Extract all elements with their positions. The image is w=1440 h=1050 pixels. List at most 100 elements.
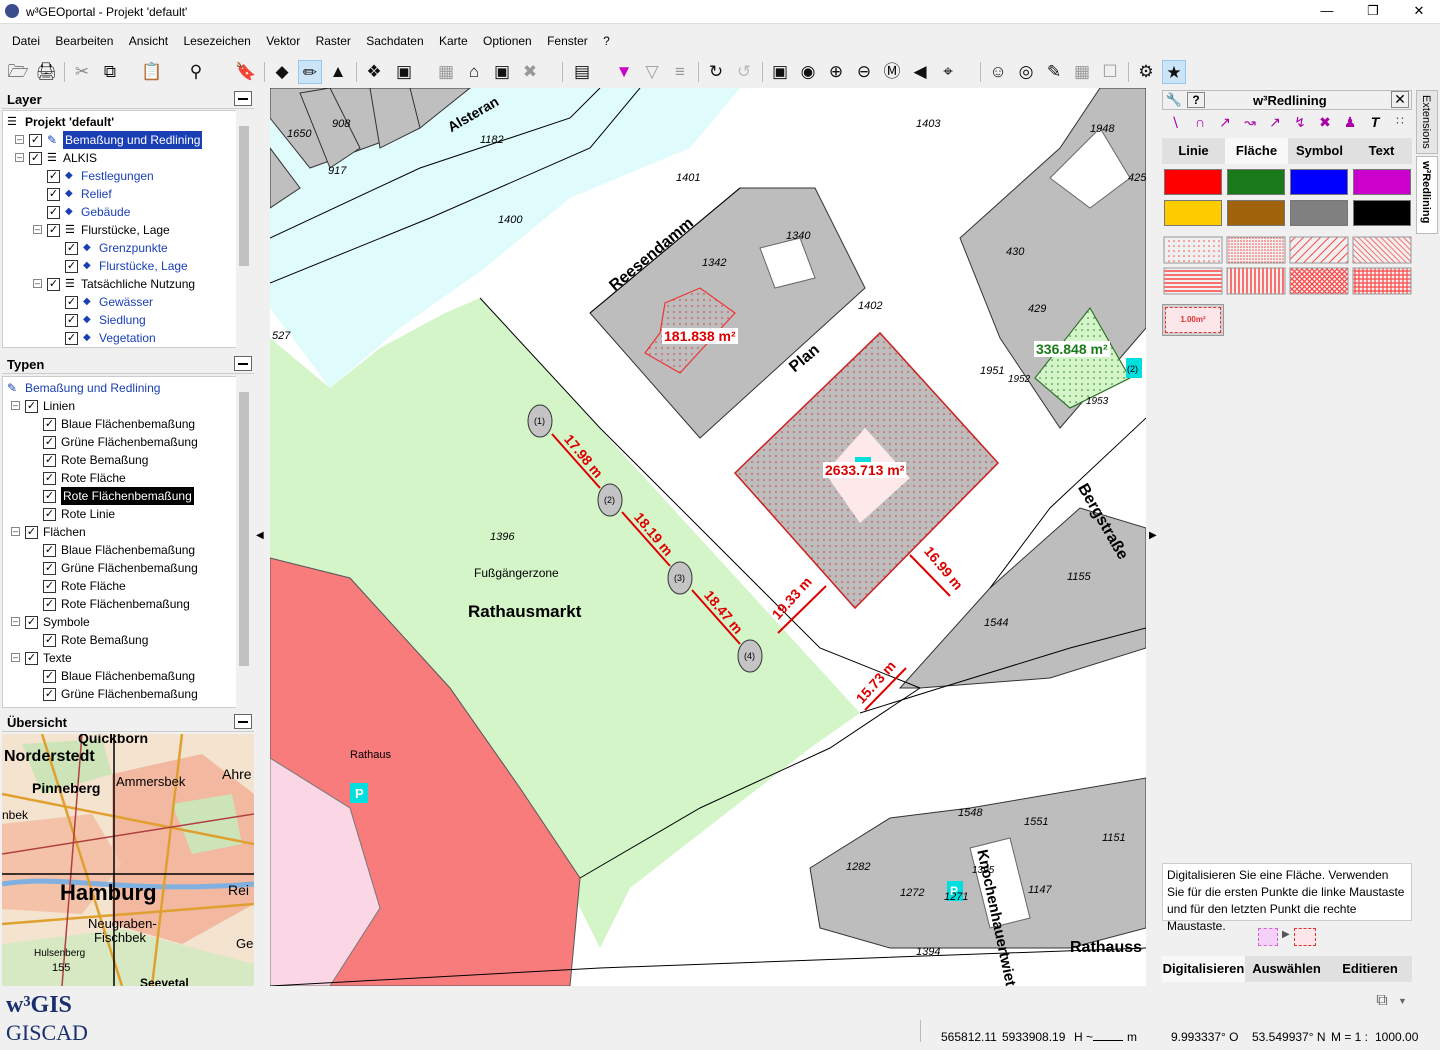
zoom-target-icon[interactable]: ⌖ <box>936 60 960 84</box>
filter-clear-icon[interactable]: ▽ <box>640 60 664 84</box>
color-swatch-grey[interactable] <box>1290 200 1348 226</box>
tree-checkbox[interactable]: ✓ <box>47 170 60 183</box>
side-tab-redlining[interactable]: w³Redlining <box>1416 156 1438 234</box>
tab-digitalisieren[interactable]: Digitalisieren <box>1162 956 1245 982</box>
measure-tool-icon[interactable]: ↗ <box>1264 114 1286 134</box>
color-swatch-green[interactable] <box>1227 169 1285 195</box>
tree-checkbox[interactable]: ✓ <box>47 224 60 237</box>
zoom-out-icon[interactable]: ⊖ <box>852 60 876 84</box>
tree-checkbox[interactable]: ✓ <box>43 436 56 449</box>
help-icon[interactable]: ? <box>1187 92 1205 108</box>
selected-style-button[interactable]: 1.00m² <box>1162 304 1224 336</box>
layers-icon[interactable]: ◆ <box>270 60 294 84</box>
tree-checkbox[interactable]: ✓ <box>29 152 42 165</box>
pen-icon[interactable]: ✏ <box>298 60 322 84</box>
color-swatch-magenta[interactable] <box>1353 169 1411 195</box>
zoom-full-icon[interactable]: ▣ <box>768 60 792 84</box>
zoom-pan-icon[interactable]: ◉ <box>796 60 820 84</box>
tree-checkbox[interactable]: ✓ <box>47 206 60 219</box>
points-tool-icon[interactable]: ∷ <box>1389 114 1411 134</box>
tree-checkbox[interactable]: ✓ <box>47 188 60 201</box>
open-folder-icon[interactable]: 🗁 <box>6 60 30 84</box>
tree-checkbox[interactable]: ✓ <box>65 260 78 273</box>
tab-text[interactable]: Text <box>1351 138 1412 164</box>
person-tool-icon[interactable]: ♟ <box>1339 114 1361 134</box>
tree-checkbox[interactable]: ✓ <box>65 242 78 255</box>
types-panel-minimize-button[interactable] <box>234 356 252 371</box>
tree-checkbox[interactable]: ✓ <box>43 418 56 431</box>
maximize-button[interactable]: ❐ <box>1350 0 1396 24</box>
minimize-button[interactable]: — <box>1304 0 1350 24</box>
tree-checkbox[interactable]: ✓ <box>43 562 56 575</box>
comment-icon[interactable]: ☐ <box>1098 60 1122 84</box>
bookmark-icon[interactable]: 🔖 <box>234 60 258 84</box>
arc-tool-icon[interactable]: ∩ <box>1189 114 1211 134</box>
menu-optionen[interactable]: Optionen <box>483 30 532 48</box>
tab-linie[interactable]: Linie <box>1162 138 1225 164</box>
close-panel-icon[interactable]: ✕ <box>1391 91 1409 108</box>
delete-x-icon[interactable]: ✖ <box>518 60 542 84</box>
map-canvas[interactable]: Alsteran Reesendamm Plan Bergstraße Fußg… <box>270 88 1146 986</box>
copy-coords-icon[interactable]: ⧉ <box>1370 992 1394 1014</box>
person-icon[interactable]: ☺ <box>986 60 1010 84</box>
tree-checkbox[interactable]: ✓ <box>25 400 38 413</box>
menu-vektor[interactable]: Vektor <box>266 30 300 48</box>
house-icon[interactable]: ⌂ <box>462 60 486 84</box>
tree-checkbox[interactable]: ✓ <box>43 490 56 503</box>
zoom-in-icon[interactable]: ⊕ <box>824 60 848 84</box>
tree-checkbox[interactable]: ✓ <box>43 688 56 701</box>
overview-panel-minimize-button[interactable] <box>234 714 252 729</box>
chevron-down-icon[interactable]: ▼ <box>1398 996 1407 1006</box>
menu-lesezeichen[interactable]: Lesezeichen <box>183 30 250 48</box>
fill-pattern-grid[interactable] <box>1162 234 1414 300</box>
curve-tool-icon[interactable]: ↝ <box>1239 114 1261 134</box>
color-swatch-brown[interactable] <box>1227 200 1285 226</box>
text-tool-icon[interactable]: T <box>1364 114 1386 134</box>
tab-editieren[interactable]: Editieren <box>1328 956 1412 982</box>
collapse-left-arrow[interactable]: ◀ <box>256 530 264 541</box>
vertex-icon[interactable]: ❖ <box>362 60 386 84</box>
locate-icon[interactable]: ◎ <box>1014 60 1038 84</box>
tree-checkbox[interactable]: ✓ <box>43 544 56 557</box>
tree-checkbox[interactable]: ✓ <box>43 598 56 611</box>
menu-datei[interactable]: Datei <box>12 30 40 48</box>
zoom-scale-icon[interactable]: Ⓜ <box>880 60 904 84</box>
menu-bearbeiten[interactable]: Bearbeiten <box>55 30 113 48</box>
menu-sachdaten[interactable]: Sachdaten <box>366 30 423 48</box>
tree-checkbox[interactable]: ✓ <box>65 296 78 309</box>
copy-icon[interactable]: ⧉ <box>98 60 122 84</box>
tree-checkbox[interactable]: ✓ <box>43 472 56 485</box>
settings-gear-icon[interactable]: ⚙ <box>1134 60 1158 84</box>
filter-icon[interactable]: ▼ <box>612 60 636 84</box>
search-icon[interactable]: ⚲ <box>184 60 208 84</box>
line-tool-icon[interactable]: ∖ <box>1164 114 1186 134</box>
menu-karte[interactable]: Karte <box>439 30 468 48</box>
collapse-right-arrow[interactable]: ▶ <box>1149 530 1157 541</box>
split-tool-icon[interactable]: ↯ <box>1289 114 1311 134</box>
grid-icon[interactable]: ▦ <box>434 60 458 84</box>
buildings-icon[interactable]: ▣ <box>490 60 514 84</box>
edit-icon[interactable]: ✎ <box>1042 60 1066 84</box>
side-tab-extensions[interactable]: Extensions <box>1416 90 1438 154</box>
cut-icon[interactable]: ✂ <box>70 60 94 84</box>
menu-help[interactable]: ? <box>603 30 610 48</box>
color-swatch-red[interactable] <box>1164 169 1222 195</box>
tree-checkbox[interactable]: ✓ <box>65 332 78 345</box>
menu-ansicht[interactable]: Ansicht <box>129 30 168 48</box>
tree-checkbox[interactable]: ✓ <box>25 616 38 629</box>
favorites-star-icon[interactable]: ★ <box>1162 60 1186 84</box>
tree-checkbox[interactable]: ✓ <box>47 278 60 291</box>
menu-fenster[interactable]: Fenster <box>547 30 588 48</box>
wrench-icon[interactable]: 🔧 <box>1165 92 1183 108</box>
terrain-icon[interactable]: ▲ <box>326 60 350 84</box>
tree-checkbox[interactable]: ✓ <box>43 580 56 593</box>
layer-tree-scrollbar[interactable] <box>236 110 252 348</box>
types-tree-scrollbar[interactable] <box>236 376 252 708</box>
table-icon[interactable]: ▦ <box>1070 60 1094 84</box>
tab-symbol[interactable]: Symbol <box>1288 138 1351 164</box>
tree-checkbox[interactable]: ✓ <box>25 526 38 539</box>
zoom-previous-icon[interactable]: ◀ <box>908 60 932 84</box>
tree-checkbox[interactable]: ✓ <box>65 314 78 327</box>
polyline-tool-icon[interactable]: ↗ <box>1214 114 1236 134</box>
menu-raster[interactable]: Raster <box>316 30 351 48</box>
